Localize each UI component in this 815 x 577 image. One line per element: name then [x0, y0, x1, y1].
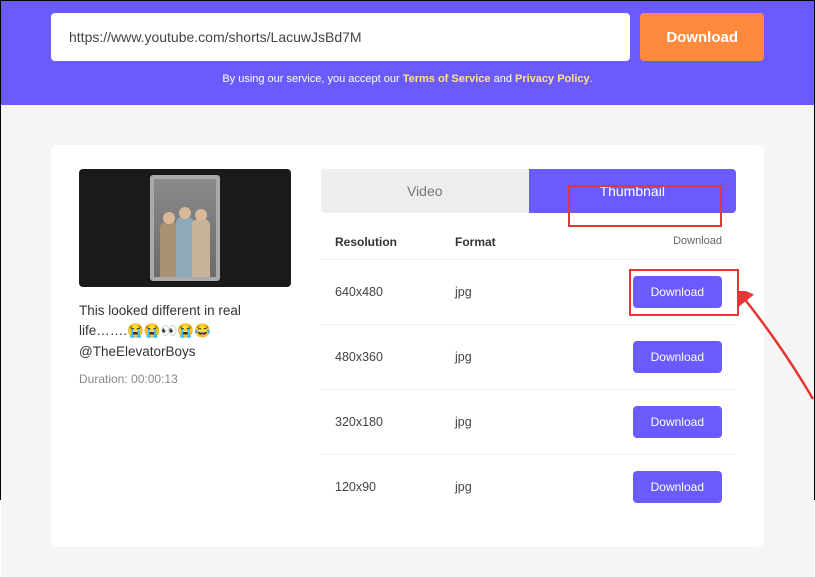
video-title: This looked different in real life…….😭😭👀…	[79, 301, 291, 362]
privacy-link[interactable]: Privacy Policy	[515, 73, 590, 85]
cell-format: jpg	[455, 415, 633, 429]
hero-section: Download By using our service, you accep…	[1, 1, 814, 105]
table-header: Resolution Format Download	[321, 221, 736, 259]
download-row-button[interactable]: Download	[633, 406, 722, 438]
disclaimer-prefix: By using our service, you accept our	[222, 73, 402, 85]
cell-format: jpg	[455, 480, 633, 494]
download-row-button[interactable]: Download	[633, 341, 722, 373]
download-row-button[interactable]: Download	[633, 276, 722, 308]
tab-thumbnail[interactable]: Thumbnail	[529, 169, 737, 213]
disclaimer-and: and	[491, 73, 515, 85]
header-resolution: Resolution	[335, 235, 455, 249]
cell-resolution: 120x90	[335, 480, 455, 494]
result-card: This looked different in real life…….😭😭👀…	[51, 145, 764, 547]
tab-video[interactable]: Video	[321, 169, 529, 213]
content-area: This looked different in real life…….😭😭👀…	[1, 105, 814, 577]
download-options-column: Video Thumbnail Resolution Format Downlo…	[321, 169, 736, 519]
cell-resolution: 320x180	[335, 415, 455, 429]
table-row: 120x90 jpg Download	[321, 454, 736, 519]
video-duration: Duration: 00:00:13	[79, 372, 291, 386]
video-info-column: This looked different in real life…….😭😭👀…	[79, 169, 291, 386]
disclaimer-text: By using our service, you accept our Ter…	[51, 73, 764, 85]
video-thumbnail	[79, 169, 291, 287]
header-format: Format	[455, 235, 632, 249]
download-row-button[interactable]: Download	[633, 471, 722, 503]
tabs: Video Thumbnail	[321, 169, 736, 213]
cell-format: jpg	[455, 350, 633, 364]
header-download: Download	[632, 235, 722, 249]
table-row: 480x360 jpg Download	[321, 324, 736, 389]
cell-resolution: 480x360	[335, 350, 455, 364]
cell-resolution: 640x480	[335, 285, 455, 299]
search-row: Download	[51, 13, 764, 61]
url-input[interactable]	[51, 13, 630, 61]
download-main-button[interactable]: Download	[640, 13, 764, 61]
disclaimer-period: .	[590, 73, 593, 85]
table-row: 320x180 jpg Download	[321, 389, 736, 454]
tos-link[interactable]: Terms of Service	[403, 73, 491, 85]
cell-format: jpg	[455, 285, 633, 299]
table-row: 640x480 jpg Download	[321, 259, 736, 324]
